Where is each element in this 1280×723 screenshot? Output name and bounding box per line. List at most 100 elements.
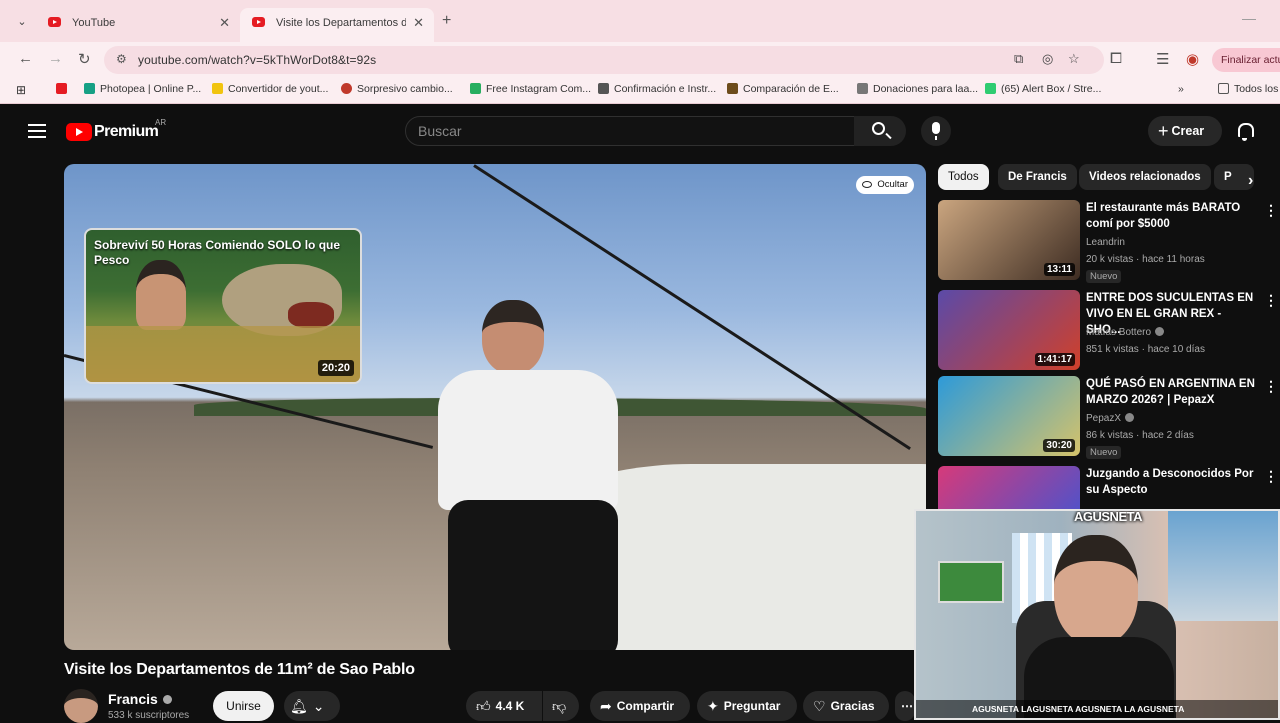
super-thanks-icon: ♡ bbox=[813, 698, 826, 714]
profile-avatar-icon[interactable]: ◉ bbox=[1186, 50, 1199, 68]
apps-grid-icon[interactable]: ⊞ bbox=[16, 83, 26, 97]
recommendation-channel[interactable]: Matías Bottero bbox=[1086, 327, 1165, 338]
bookmark-item[interactable]: Free Instagram Com... bbox=[470, 83, 591, 95]
finalize-update-button[interactable]: Finalizar actu bbox=[1212, 48, 1280, 72]
recommendation-channel[interactable]: PepazX bbox=[1086, 413, 1135, 424]
recommendation-title[interactable]: QUÉ PASÓ EN ARGENTINA EN MARZO 2026? | P… bbox=[1086, 376, 1256, 408]
close-tab-icon[interactable]: ✕ bbox=[413, 8, 424, 38]
browser-tab-active-video[interactable]: Visite los Departamentos de 11 ✕ bbox=[240, 8, 434, 42]
endscreen-video-card[interactable]: Sobreviví 50 Horas Comiendo SOLO lo que … bbox=[84, 228, 362, 384]
more-bookmarks-chevron-icon[interactable]: » bbox=[1178, 83, 1184, 95]
tab-search-dropdown-icon[interactable]: ⌄ bbox=[10, 10, 34, 34]
chevron-down-icon: ⌄ bbox=[312, 698, 325, 714]
more-options-kebab-icon[interactable]: ⋮ bbox=[1264, 292, 1278, 309]
more-actions-icon[interactable]: ⋯ bbox=[895, 691, 915, 721]
search-button[interactable] bbox=[854, 116, 906, 146]
reading-list-icon[interactable]: ☰ bbox=[1156, 50, 1169, 68]
bookmark-star-icon[interactable]: ☆ bbox=[1068, 51, 1080, 67]
more-options-kebab-icon[interactable]: ⋮ bbox=[1264, 468, 1278, 485]
channel-avatar[interactable] bbox=[64, 689, 98, 723]
voice-search-mic-icon[interactable] bbox=[921, 116, 951, 146]
share-arrow-icon: ➦ bbox=[600, 698, 612, 714]
filter-chips: Todos De Francis Videos relacionados P bbox=[938, 164, 1280, 192]
join-button[interactable]: Unirse bbox=[213, 691, 274, 721]
youtube-favicon-icon bbox=[252, 17, 265, 27]
recommendation-item[interactable]: 30:20 QUÉ PASÓ EN ARGENTINA EN MARZO 202… bbox=[938, 376, 1280, 460]
recommendation-channel[interactable]: Leandrin bbox=[1086, 237, 1125, 248]
dislike-button[interactable]: 👎︎ bbox=[543, 691, 579, 721]
recommendation-item[interactable]: 1:41:17 ENTRE DOS SUCULENTAS EN VIVO EN … bbox=[938, 290, 1280, 374]
bookmark-item[interactable]: Photopea | Online P... bbox=[84, 83, 201, 95]
like-button[interactable]: 👍︎ 4.4 K bbox=[466, 691, 542, 721]
bookmark-item[interactable]: Donaciones para laa... bbox=[857, 83, 978, 95]
menu-hamburger-icon[interactable] bbox=[28, 124, 46, 142]
bookmark-item[interactable]: Comparación de E... bbox=[727, 83, 839, 95]
bookmark-item[interactable]: (65) Alert Box / Stre... bbox=[985, 83, 1101, 95]
site-info-icon[interactable]: ⚙ bbox=[116, 52, 127, 66]
forward-arrow-icon[interactable]: → bbox=[48, 50, 63, 67]
share-button[interactable]: ➦ Compartir bbox=[590, 691, 690, 721]
youtube-play-logo-icon bbox=[66, 123, 92, 141]
video-thumbnail[interactable]: 13:11 bbox=[938, 200, 1080, 280]
more-options-kebab-icon[interactable]: ⋮ bbox=[1264, 378, 1278, 395]
search-box[interactable] bbox=[405, 116, 855, 146]
recommendation-title[interactable]: Juzgando a Desconocidos Por su Aspecto bbox=[1086, 466, 1256, 498]
video-thumbnail[interactable]: 1:41:17 bbox=[938, 290, 1080, 370]
recommendation-meta: 86 k vistas · hace 2 días bbox=[1086, 430, 1194, 441]
bookmark-youtube[interactable] bbox=[56, 83, 72, 95]
all-bookmarks-folder[interactable]: Todos los bbox=[1218, 83, 1278, 95]
thumbs-up-icon: 👍︎ bbox=[476, 698, 491, 714]
new-badge: Nuevo bbox=[1086, 270, 1122, 283]
bell-icon: 🔔︎ bbox=[290, 698, 308, 714]
chevron-right-icon[interactable]: › bbox=[1248, 172, 1253, 190]
plus-icon: + bbox=[1158, 121, 1169, 141]
youtube-favicon-icon bbox=[48, 17, 61, 27]
install-app-icon[interactable]: ⧉ bbox=[1014, 51, 1023, 67]
chip-all[interactable]: Todos bbox=[938, 164, 989, 190]
thanks-button[interactable]: ♡ Gracias bbox=[803, 691, 889, 721]
verified-check-icon bbox=[162, 695, 172, 704]
chip-from-channel[interactable]: De Francis bbox=[998, 164, 1077, 190]
extensions-puzzle-icon[interactable]: ⧠ bbox=[1110, 50, 1122, 67]
verified-check-icon bbox=[1125, 413, 1135, 422]
new-tab-plus-icon[interactable]: + bbox=[442, 12, 451, 30]
close-tab-icon[interactable]: ✕ bbox=[219, 8, 230, 38]
tab-title: YouTube bbox=[72, 17, 116, 29]
subscription-bell-button[interactable]: 🔔︎ ⌄ bbox=[284, 691, 340, 721]
back-arrow-icon[interactable]: ← bbox=[18, 50, 33, 67]
video-title: Visite los Departamentos de 11m² de Sao … bbox=[64, 661, 415, 678]
social-handles-bar: AGUSNETA LAGUSNETA AGUSNETA LA AGUSNETA bbox=[916, 700, 1278, 718]
streamer-webcam-overlay: AGUSNETA AGUSNETA LAGUSNETA AGUSNETA LA … bbox=[914, 509, 1280, 720]
streamer-logo: AGUSNETA bbox=[1074, 509, 1142, 524]
thumbs-down-icon: 👎︎ bbox=[552, 698, 567, 714]
video-player[interactable]: Ocultar Sobreviví 50 Horas Comiendo SOLO… bbox=[64, 164, 926, 650]
url-text[interactable]: youtube.com/watch?v=5kThWorDot8&t=92s bbox=[138, 53, 376, 67]
tracking-protection-eye-icon[interactable]: ◎ bbox=[1042, 51, 1053, 67]
recommendation-meta: 20 k vistas · hace 11 horas bbox=[1086, 254, 1205, 265]
window-minimize-icon[interactable]: — bbox=[1242, 10, 1256, 26]
more-options-kebab-icon[interactable]: ⋮ bbox=[1264, 202, 1278, 219]
recommendation-title[interactable]: El restaurante más BARATO comí por $5000 bbox=[1086, 200, 1256, 232]
notifications-bell-icon[interactable] bbox=[1236, 122, 1254, 141]
hide-endcards-button[interactable]: Ocultar bbox=[856, 176, 914, 194]
chip-related[interactable]: Videos relacionados bbox=[1079, 164, 1211, 190]
channel-name[interactable]: Francis bbox=[108, 691, 172, 707]
bookmark-item[interactable]: Convertidor de yout... bbox=[212, 83, 328, 95]
recommendation-item[interactable]: 13:11 El restaurante más BARATO comí por… bbox=[938, 200, 1280, 284]
new-badge: Nuevo bbox=[1086, 446, 1122, 459]
video-thumbnail[interactable]: 30:20 bbox=[938, 376, 1080, 456]
create-button[interactable]: + Crear bbox=[1148, 116, 1222, 146]
eye-slash-icon bbox=[862, 181, 872, 188]
reload-icon[interactable]: ↻ bbox=[78, 50, 91, 68]
ask-button[interactable]: ✦ Preguntar bbox=[697, 691, 797, 721]
video-frame-person bbox=[438, 300, 628, 650]
search-input[interactable] bbox=[406, 117, 854, 145]
browser-tab-youtube[interactable]: YouTube ✕ bbox=[36, 8, 240, 42]
youtube-page: Premium AR +Crear Ocultar Sobreviví 50 H… bbox=[0, 104, 1280, 723]
address-bar[interactable]: ⚙ youtube.com/watch?v=5kThWorDot8&t=92s … bbox=[104, 46, 1104, 74]
bookmark-item[interactable]: Sorpresivo cambio... bbox=[341, 83, 453, 95]
browser-toolbar: ← → ↻ ⚙ youtube.com/watch?v=5kThWorDot8&… bbox=[0, 42, 1280, 78]
recommendation-meta: 851 k vistas · hace 10 días bbox=[1086, 344, 1205, 355]
duration-badge: 20:20 bbox=[317, 360, 354, 376]
bookmark-item[interactable]: Confirmación e Instr... bbox=[598, 83, 716, 95]
